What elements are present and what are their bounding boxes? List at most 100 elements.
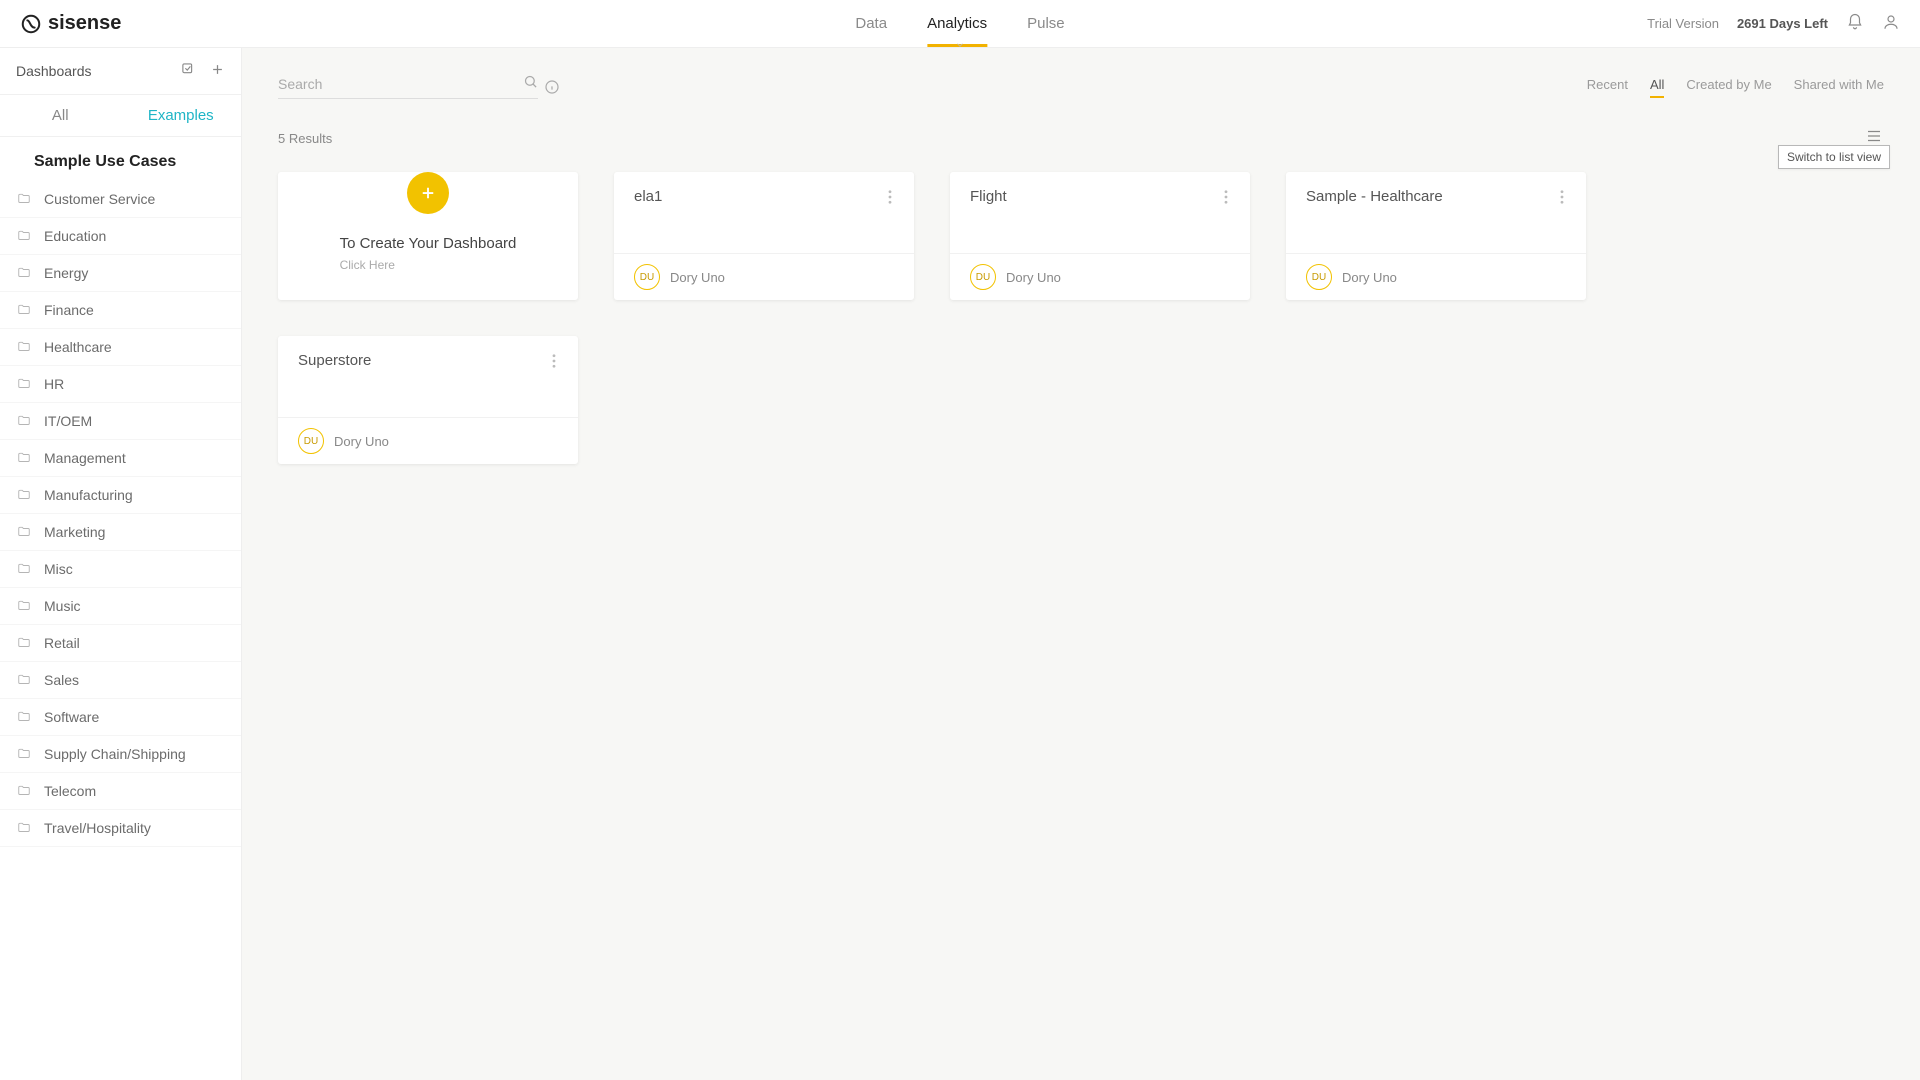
folder-label: Customer Service [44, 191, 155, 207]
folder-label: Music [44, 598, 81, 614]
folder-icon [16, 710, 32, 724]
folder-label: Travel/Hospitality [44, 820, 151, 836]
create-card-title: To Create Your Dashboard [340, 234, 517, 254]
owner-name: Dory Uno [334, 434, 389, 449]
owner-name: Dory Uno [1342, 270, 1397, 285]
folder-icon [16, 747, 32, 761]
multi-select-icon[interactable] [181, 62, 196, 80]
folder-label: Manufacturing [44, 487, 133, 503]
trial-label: Trial Version [1647, 16, 1719, 31]
owner-avatar: DU [970, 264, 996, 290]
owner-avatar: DU [634, 264, 660, 290]
folder-icon [16, 784, 32, 798]
owner-avatar: DU [298, 428, 324, 454]
sidebar-folder-item[interactable]: Travel/Hospitality [0, 810, 241, 847]
dashboard-card[interactable]: Superstore DU Dory Uno [278, 336, 578, 464]
sidebar-folder-item[interactable]: Telecom [0, 773, 241, 810]
sidebar-folder-item[interactable]: Software [0, 699, 241, 736]
folder-label: Education [44, 228, 106, 244]
sidebar-section-title: Sample Use Cases [0, 137, 241, 181]
sidebar-tab-examples[interactable]: Examples [121, 95, 242, 136]
search-icon[interactable] [523, 74, 538, 94]
main: Recent All Created by Me Shared with Me … [242, 48, 1920, 1080]
owner-name: Dory Uno [1006, 270, 1061, 285]
folder-label: Sales [44, 672, 79, 688]
dashboard-card[interactable]: ela1 DU Dory Uno [614, 172, 914, 300]
folder-icon [16, 488, 32, 502]
folder-icon [16, 414, 32, 428]
folder-label: Energy [44, 265, 88, 281]
sidebar-folder-item[interactable]: HR [0, 366, 241, 403]
sidebar-folder-item[interactable]: Healthcare [0, 329, 241, 366]
sidebar-folder-item[interactable]: Finance [0, 292, 241, 329]
brand-name: sisense [48, 12, 121, 35]
search-box[interactable] [278, 74, 538, 99]
filter-all[interactable]: All [1650, 77, 1664, 96]
sidebar-folder-item[interactable]: Education [0, 218, 241, 255]
folder-icon [16, 451, 32, 465]
create-dashboard-card[interactable]: To Create Your Dashboard Click Here [278, 172, 578, 300]
sidebar-tab-all[interactable]: All [0, 95, 121, 136]
create-card-sub: Click Here [340, 258, 517, 272]
top-nav-pulse[interactable]: Pulse [1027, 0, 1065, 47]
trial-days-left: 2691 Days Left [1737, 16, 1828, 31]
card-menu-icon[interactable] [1558, 188, 1566, 211]
filters: Recent All Created by Me Shared with Me [1587, 77, 1884, 96]
cards-grid: To Create Your Dashboard Click Here ela1… [278, 172, 1884, 464]
sidebar-folder-item[interactable]: Retail [0, 625, 241, 662]
folder-label: Retail [44, 635, 80, 651]
folder-label: Management [44, 450, 126, 466]
sidebar-tabs: All Examples [0, 95, 241, 137]
add-dashboard-icon[interactable] [210, 62, 225, 80]
user-icon[interactable] [1882, 13, 1900, 34]
top-nav-data[interactable]: Data [855, 0, 887, 47]
sidebar: Dashboards All Examples Sample Use Cases… [0, 48, 242, 1080]
dashboard-card-title: ela1 [634, 188, 662, 205]
sidebar-folder-item[interactable]: Misc [0, 551, 241, 588]
sidebar-folder-item[interactable]: IT/OEM [0, 403, 241, 440]
dashboard-card-title: Superstore [298, 352, 371, 369]
results-row: 5 Results Switch to list view [278, 127, 1884, 150]
sidebar-folder-item[interactable]: Marketing [0, 514, 241, 551]
brand-logo-icon [20, 13, 42, 35]
sidebar-folder-item[interactable]: Customer Service [0, 181, 241, 218]
sidebar-folder-item[interactable]: Manufacturing [0, 477, 241, 514]
sidebar-folder-item[interactable]: Sales [0, 662, 241, 699]
folder-icon [16, 821, 32, 835]
brand-logo[interactable]: sisense [20, 12, 121, 35]
view-toggle-list-icon[interactable]: Switch to list view [1864, 127, 1884, 150]
filter-created-by-me[interactable]: Created by Me [1686, 77, 1771, 96]
toolbar: Recent All Created by Me Shared with Me [278, 74, 1884, 99]
folder-label: Supply Chain/Shipping [44, 746, 186, 762]
folder-label: HR [44, 376, 64, 392]
owner-name: Dory Uno [670, 270, 725, 285]
folder-label: IT/OEM [44, 413, 92, 429]
sidebar-folder-item[interactable]: Music [0, 588, 241, 625]
sidebar-header: Dashboards [0, 48, 241, 95]
folder-icon [16, 599, 32, 613]
card-menu-icon[interactable] [550, 352, 558, 375]
sidebar-title: Dashboards [16, 63, 92, 79]
card-menu-icon[interactable] [886, 188, 894, 211]
plus-icon [407, 172, 449, 214]
sidebar-folder-item[interactable]: Energy [0, 255, 241, 292]
filter-recent[interactable]: Recent [1587, 77, 1628, 96]
view-toggle-tooltip: Switch to list view [1778, 145, 1890, 169]
folder-label: Healthcare [44, 339, 112, 355]
dashboard-card-title: Flight [970, 188, 1007, 205]
folder-label: Software [44, 709, 99, 725]
folder-icon [16, 229, 32, 243]
info-icon[interactable] [544, 79, 560, 95]
filter-shared-with-me[interactable]: Shared with Me [1794, 77, 1884, 96]
card-menu-icon[interactable] [1222, 188, 1230, 211]
dashboard-card[interactable]: Sample - HealthcareDUDory Uno [1286, 172, 1586, 300]
folder-icon [16, 636, 32, 650]
folder-icon [16, 340, 32, 354]
topbar: sisense Data Analytics Pulse Trial Versi… [0, 0, 1920, 48]
folder-label: Finance [44, 302, 94, 318]
sidebar-folder-item[interactable]: Management [0, 440, 241, 477]
search-input[interactable] [278, 76, 513, 92]
bell-icon[interactable] [1846, 13, 1864, 34]
dashboard-card[interactable]: Flight DU Dory Uno [950, 172, 1250, 300]
sidebar-folder-item[interactable]: Supply Chain/Shipping [0, 736, 241, 773]
